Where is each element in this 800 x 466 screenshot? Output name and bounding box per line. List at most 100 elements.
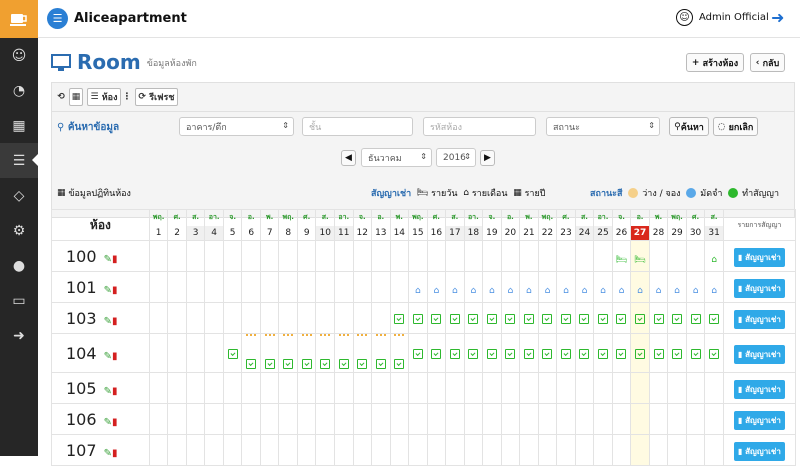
day-cell[interactable] — [648, 434, 669, 466]
day-cell[interactable] — [352, 271, 373, 303]
day-cell[interactable]: 🛏 — [611, 240, 632, 272]
day-cell[interactable]: ⌂ — [500, 271, 521, 303]
sign-out-icon[interactable]: ➜ — [0, 318, 38, 353]
day-cell[interactable] — [148, 434, 169, 466]
calendar-check-icon[interactable] — [523, 314, 534, 324]
day-cell[interactable] — [426, 403, 447, 435]
day-cell[interactable] — [204, 240, 224, 272]
day-cell[interactable] — [185, 333, 206, 373]
day-cell[interactable] — [241, 372, 261, 404]
home-icon[interactable]: ⌂ — [600, 286, 606, 296]
day-cell[interactable]: ⌂ — [463, 271, 484, 303]
day-cell[interactable] — [371, 240, 391, 272]
day-cell[interactable] — [278, 302, 298, 334]
calendar-check-icon[interactable] — [394, 314, 405, 324]
day-cell[interactable] — [611, 403, 632, 435]
day-cell[interactable] — [296, 240, 317, 272]
day-cell[interactable] — [704, 302, 724, 334]
day-cell[interactable] — [259, 271, 280, 303]
day-cell[interactable] — [667, 434, 687, 466]
day-cell[interactable] — [408, 302, 428, 334]
day-cell[interactable] — [222, 271, 243, 303]
calendar-check-icon[interactable] — [431, 314, 442, 324]
day-cell[interactable] — [222, 403, 243, 435]
home-icon[interactable]: ⌂ — [489, 286, 495, 296]
calendar-check-icon[interactable] — [449, 314, 460, 324]
day-cell[interactable] — [408, 240, 428, 272]
edit-icon[interactable]: ✎ — [104, 254, 112, 265]
calendar-check-icon[interactable] — [486, 314, 497, 324]
day-cell[interactable] — [222, 240, 243, 272]
day-cell[interactable] — [463, 333, 484, 373]
day-cell[interactable] — [259, 372, 280, 404]
calendar-check-icon[interactable] — [709, 349, 720, 359]
day-cell[interactable] — [167, 372, 187, 404]
home-icon[interactable]: ⌂ — [711, 255, 717, 265]
calendar-check-icon[interactable] — [616, 349, 627, 359]
day-cell[interactable] — [537, 302, 558, 334]
home-icon[interactable]: ⌂ — [563, 286, 569, 296]
day-cell[interactable] — [296, 403, 317, 435]
calendar-check-icon[interactable] — [672, 349, 683, 359]
cancel-button[interactable]: ◌ ยกเลิก — [713, 117, 758, 136]
calendar-check-icon[interactable] — [468, 349, 479, 359]
contract-button[interactable]: ▮ สัญญาเช่า — [733, 411, 785, 430]
day-cell[interactable] — [185, 434, 206, 466]
day-cell[interactable] — [167, 271, 187, 303]
calendar-check-icon[interactable] — [227, 349, 238, 359]
day-cell[interactable] — [389, 333, 410, 373]
day-cell[interactable] — [334, 403, 354, 435]
coffee-icon[interactable] — [0, 0, 38, 38]
day-cell[interactable] — [352, 372, 373, 404]
day-cell[interactable] — [685, 403, 706, 435]
calendar-check-icon[interactable] — [635, 349, 645, 359]
day-cell[interactable] — [482, 302, 502, 334]
day-cell[interactable] — [648, 333, 669, 373]
calendar-check-icon[interactable] — [283, 358, 294, 369]
day-cell[interactable] — [482, 434, 502, 466]
next-month-button[interactable]: ▶ — [480, 150, 495, 166]
day-cell[interactable] — [185, 302, 206, 334]
day-cell[interactable] — [204, 302, 224, 334]
day-cell[interactable] — [371, 271, 391, 303]
day-cell[interactable] — [296, 271, 317, 303]
day-cell[interactable]: ⌂ — [648, 271, 669, 303]
day-cell[interactable] — [315, 372, 335, 404]
contract-button[interactable]: ▮ สัญญาเช่า — [733, 248, 785, 267]
room-view-button[interactable]: ☰ ห้อง — [87, 88, 121, 106]
calendar-check-icon[interactable] — [468, 314, 479, 324]
day-cell[interactable] — [241, 240, 261, 272]
day-cell[interactable] — [593, 403, 613, 435]
prev-month-button[interactable]: ◀ — [341, 150, 356, 166]
day-cell[interactable] — [574, 403, 595, 435]
day-cell[interactable] — [148, 240, 169, 272]
day-cell[interactable] — [445, 372, 465, 404]
day-cell[interactable] — [389, 240, 410, 272]
day-cell[interactable] — [463, 403, 484, 435]
home-icon[interactable]: ⌂ — [711, 286, 717, 296]
day-cell[interactable] — [685, 434, 706, 466]
day-cell[interactable] — [426, 302, 447, 334]
day-cell[interactable] — [167, 240, 187, 272]
day-cell[interactable] — [667, 302, 687, 334]
day-cell[interactable] — [463, 372, 484, 404]
calendar-check-icon[interactable] — [635, 314, 645, 324]
calendar-check-icon[interactable] — [449, 349, 460, 359]
day-cell[interactable] — [611, 333, 632, 373]
day-cell[interactable]: ⌂ — [685, 271, 706, 303]
home-icon[interactable]: ⌂ — [674, 286, 680, 296]
day-cell[interactable] — [389, 434, 410, 466]
day-cell[interactable] — [204, 333, 224, 373]
day-cell[interactable] — [704, 333, 724, 373]
search-button[interactable]: ⚲ ค้นหา — [669, 117, 709, 136]
contract-button[interactable]: ▮ สัญญาเช่า — [733, 442, 785, 461]
calendar-check-icon[interactable] — [597, 349, 608, 359]
calendar-check-icon[interactable] — [672, 314, 683, 324]
day-cell[interactable] — [426, 240, 447, 272]
day-cell[interactable] — [685, 333, 706, 373]
calendar-check-icon[interactable] — [653, 314, 664, 324]
day-cell[interactable] — [500, 302, 521, 334]
day-cell[interactable] — [445, 240, 465, 272]
day-cell[interactable] — [185, 372, 206, 404]
trash-icon[interactable]: ▮ — [112, 254, 118, 265]
